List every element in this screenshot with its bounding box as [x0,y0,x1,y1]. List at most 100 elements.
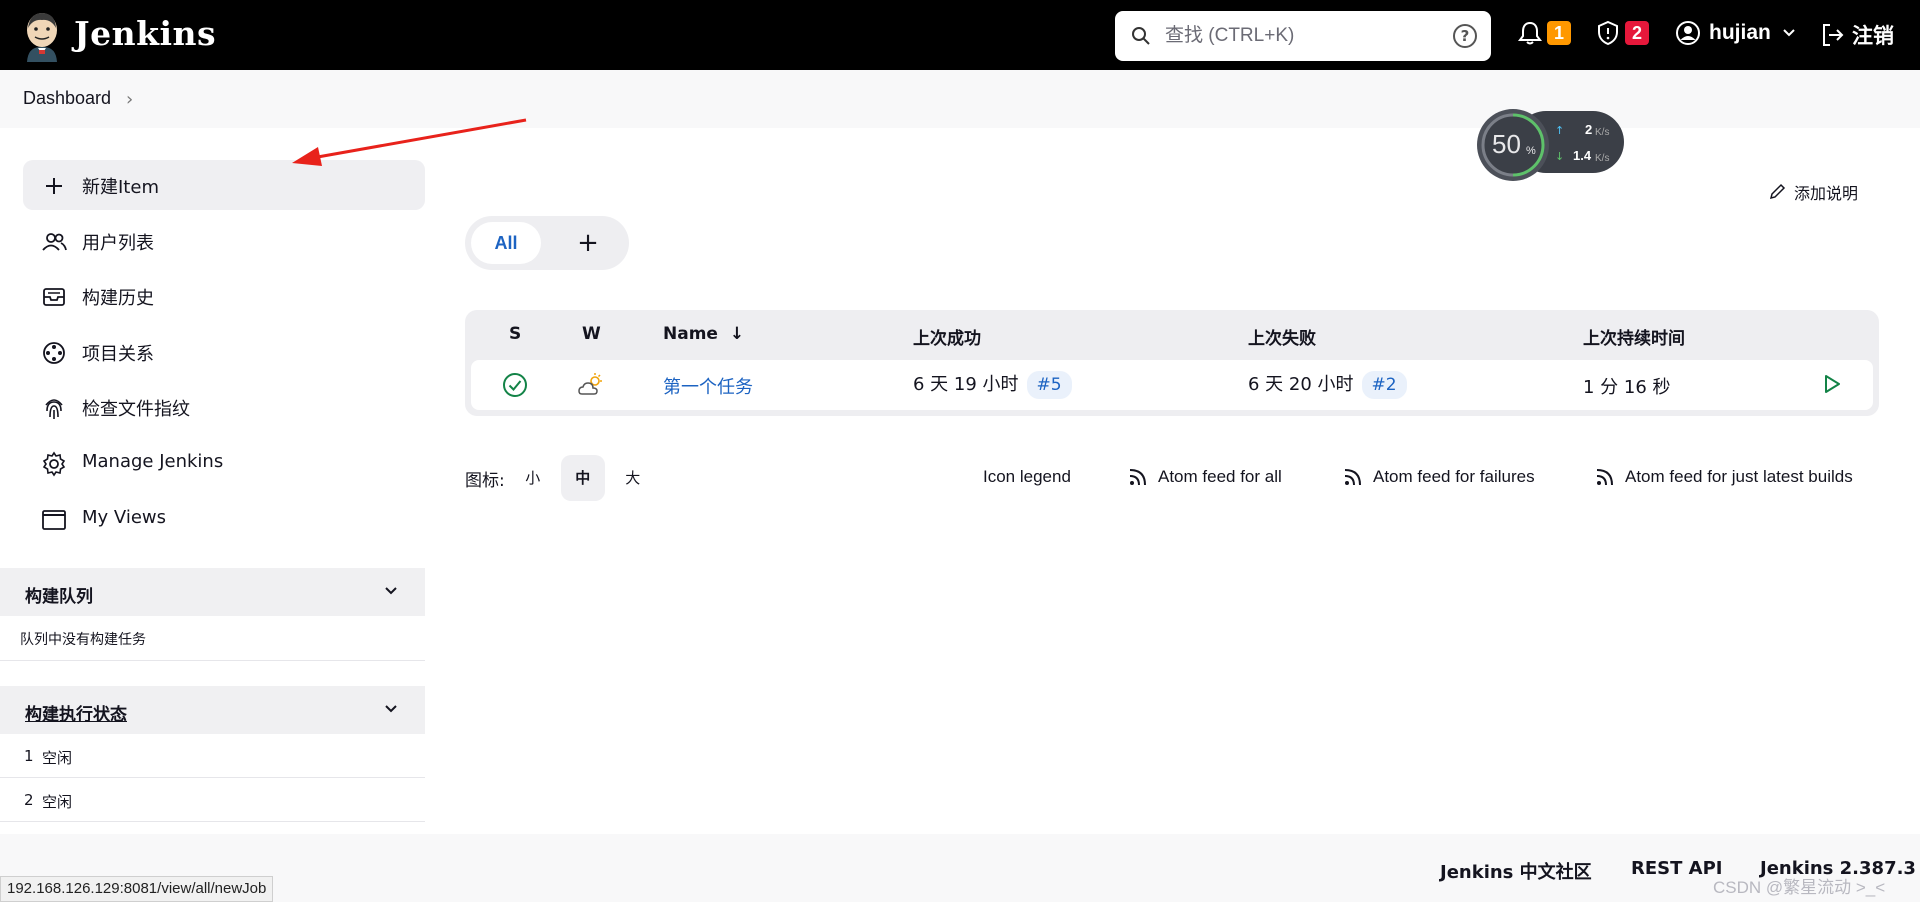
success-build-link[interactable]: #5 [1026,371,1072,399]
column-header-status[interactable]: S [509,324,521,344]
rss-icon [1344,469,1361,486]
column-header-name-label: Name [663,324,718,344]
security-badge: 2 [1625,21,1649,45]
sidebar-item-label: 构建历史 [82,288,154,309]
rss-icon [1596,469,1613,486]
page-footer: Jenkins 中文社区 REST API Jenkins 2.387.3 [0,834,1920,902]
atom-feed-all-label: Atom feed for all [1158,467,1282,486]
chevron-down-icon[interactable] [383,701,399,717]
plus-icon [46,178,62,194]
search-icon [1132,27,1150,45]
sidebar-item-label: 用户列表 [82,233,154,254]
build-queue-empty: 队列中没有构建任务 [0,616,425,661]
table-row: 第一个任务 6 天 19 小时 #5 6 天 20 小时 #2 1 分 16 秒 [471,360,1873,410]
weather-partly-cloudy-icon [578,373,602,395]
net-up-unit: K/s [1595,127,1609,138]
notifications-button[interactable]: 1 [1517,20,1571,46]
success-icon [503,373,527,397]
brand-name[interactable]: Jenkins [74,14,216,53]
atom-feed-latest-label: Atom feed for just latest builds [1625,467,1853,486]
user-name: hujian [1709,21,1771,44]
build-queue-header[interactable]: 构建队列 [0,568,425,616]
last-failure-time: 6 天 20 小时 [1248,374,1354,395]
executor-row: 1 空闲 [0,734,425,778]
user-avatar-icon [1676,21,1700,45]
breadcrumb-dashboard[interactable]: Dashboard [23,88,111,109]
logout-button[interactable]: 注销 [1820,20,1894,50]
security-button[interactable]: 2 [1595,20,1649,46]
sidebar-item-fingerprint[interactable]: 检查文件指纹 [23,382,425,432]
top-header: Jenkins ? 1 2 hujian [0,0,1920,70]
column-header-last-failure[interactable]: 上次失败 [1248,324,1316,349]
column-header-last-success[interactable]: 上次成功 [913,324,981,349]
column-header-name[interactable]: Name ↓ [663,324,744,344]
atom-feed-failures-link[interactable]: Atom feed for failures [1343,467,1535,487]
executor-number: 1 [24,747,34,765]
column-header-last-duration[interactable]: 上次持续时间 [1583,324,1685,349]
add-description-link[interactable]: 添加说明 [1768,180,1858,204]
users-icon [42,233,67,251]
sidebar-item-my-views[interactable]: My Views [23,494,425,544]
job-name-link[interactable]: 第一个任务 [663,373,753,399]
notifications-badge: 1 [1547,21,1571,45]
sidebar-item-new-item[interactable]: 新建Item [23,160,425,210]
sidebar-item-label: Manage Jenkins [82,451,224,472]
sidebar-item-project-relationship[interactable]: 项目关系 [23,327,425,377]
last-failure-cell: 6 天 20 小时 #2 [1248,370,1407,399]
chevron-down-icon [1783,29,1795,37]
icon-size-medium[interactable]: 中 [560,455,605,501]
executor-status: 空闲 [42,793,73,811]
logout-icon [1823,24,1844,46]
jenkins-logo-icon[interactable] [22,10,62,62]
add-description-label: 添加说明 [1794,184,1859,203]
atom-feed-latest-link[interactable]: Atom feed for just latest builds [1595,467,1853,487]
sidebar-item-users[interactable]: 用户列表 [23,216,425,266]
breadcrumb: Dashboard › [0,70,1920,128]
breadcrumb-chevron-icon[interactable]: › [126,89,133,110]
icon-size-large[interactable]: 大 [611,455,655,501]
sidebar-item-label: 项目关系 [82,344,154,365]
last-duration-cell: 1 分 16 秒 [1583,377,1671,398]
jobs-table: S W Name ↓ 上次成功 上次失败 上次持续时间 第一个任务 6 天 19… [465,310,1879,416]
sidebar-item-label: 新建Item [82,177,159,198]
build-queue-empty-text: 队列中没有构建任务 [20,632,146,648]
tab-all[interactable]: All [471,222,541,264]
pencil-icon [1769,183,1786,200]
net-percent: 50 [1492,129,1521,159]
column-header-weather[interactable]: W [582,324,601,344]
last-success-time: 6 天 19 小时 [913,374,1019,395]
atom-feed-all-link[interactable]: Atom feed for all [1128,467,1282,487]
view-tabs: All + [465,216,629,270]
icon-size-small[interactable]: 小 [511,455,555,501]
help-icon[interactable]: ? [1453,24,1477,48]
failure-build-link[interactable]: #2 [1361,371,1407,399]
inbox-icon [43,288,65,306]
sidebar-item-manage-jenkins[interactable]: Manage Jenkins [23,438,425,488]
executors-header[interactable]: 构建执行状态 [0,686,425,734]
chevron-down-icon[interactable] [383,583,399,599]
search-input[interactable] [1165,21,1435,51]
window-icon [42,510,66,530]
search-box: ? [1115,11,1491,61]
network-speed-gauge: 50 % ↑ 2 K/s ↓ 1.4 K/s [1477,109,1624,181]
net-down-unit: K/s [1595,153,1609,164]
add-view-button[interactable]: + [573,228,603,258]
user-menu[interactable]: hujian [1675,20,1797,46]
executors-title[interactable]: 构建执行状态 [25,700,127,725]
atom-feed-failures-label: Atom feed for failures [1373,467,1535,486]
gear-icon [42,451,66,477]
executor-row: 2 空闲 [0,778,425,822]
logout-label: 注销 [1852,24,1894,48]
shield-icon [1598,20,1618,46]
relationship-icon [43,342,65,364]
footer-rest-api-link[interactable]: REST API [1631,858,1723,879]
network-speed-widget[interactable]: 50 % ↑ 2 K/s ↓ 1.4 K/s [1475,107,1625,182]
sidebar-item-label: My Views [82,507,166,528]
footer-community-link[interactable]: Jenkins 中文社区 [1440,858,1592,884]
build-now-play-icon[interactable] [1821,373,1843,395]
sidebar-item-build-history[interactable]: 构建历史 [23,271,425,321]
icon-legend-link[interactable]: Icon legend [983,467,1071,487]
net-up: 2 [1585,122,1592,137]
bell-icon [1518,21,1542,45]
icon-size-selector: 图标: 小 中 大 [465,455,655,501]
